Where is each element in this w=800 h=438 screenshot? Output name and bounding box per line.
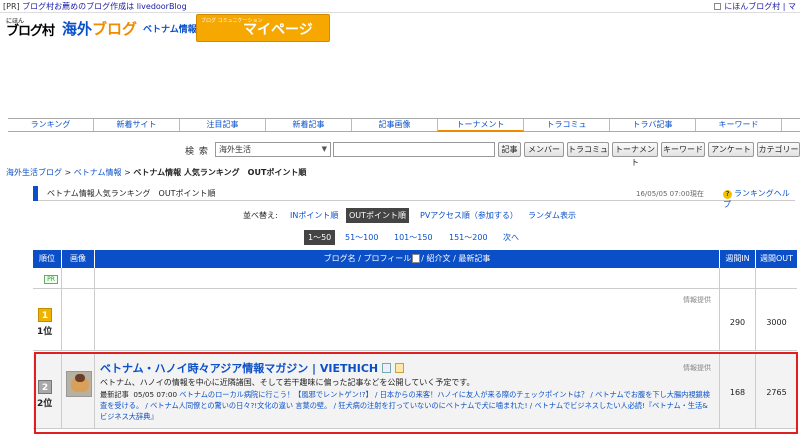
nav-keyword[interactable]: キーワード	[696, 119, 782, 131]
info-provide-link[interactable]: 情報提供	[683, 295, 711, 305]
search-survey-button[interactable]: アンケート	[708, 142, 754, 157]
week-out-cell: 3000	[756, 289, 797, 350]
page-101-150[interactable]: 101〜150	[394, 232, 433, 243]
category-select[interactable]: 海外生活 ▼	[215, 142, 331, 157]
kaigai-blog-logo[interactable]: 海外ブログ	[62, 18, 137, 39]
week-out-value: 3000	[766, 318, 787, 327]
nav-featured[interactable]: 注目記事	[180, 119, 266, 131]
header-blog: ブログ名 / プロフィール / 紹介文 / 最新記事	[95, 250, 720, 268]
nav-trackback[interactable]: トラバ記事	[610, 119, 696, 131]
sort-options: 並べ替え: INポイント順 OUTポイント順 PVアクセス順（参加する） ランダ…	[0, 208, 800, 223]
sort-random[interactable]: ランダム表示	[528, 210, 576, 221]
search-tournament-button[interactable]: トーナメント	[612, 142, 658, 167]
page-next[interactable]: 次へ	[503, 232, 519, 243]
header-rank: 順位	[33, 250, 62, 268]
breadcrumb: 海外生活ブログ > ベトナム情報 > ベトナム情報 人気ランキング OUTポイン…	[6, 168, 307, 177]
nav-article-images[interactable]: 記事画像	[352, 119, 438, 131]
ranking-table-header: 順位 画像 ブログ名 / プロフィール / 紹介文 / 最新記事 週間IN 週間O…	[33, 250, 797, 268]
sort-out-points[interactable]: OUTポイント順	[346, 208, 410, 223]
header-image: 画像	[62, 250, 95, 268]
image-cell	[62, 289, 95, 350]
search-articles-button[interactable]: 記事	[498, 142, 521, 157]
search-tracomu-button[interactable]: トラコミュ	[567, 142, 609, 157]
nav-tracomu[interactable]: トラコミュ	[524, 119, 610, 131]
pr-link[interactable]: ブログ村お薦めのブログ作成は livedoorBlog	[22, 2, 186, 11]
profile-doc-icon	[412, 254, 421, 263]
section-header: ベトナム情報人気ランキング OUTポイント順 16/05/05 07:00現在 …	[33, 186, 795, 209]
breadcrumb-overseas[interactable]: 海外生活ブログ	[6, 168, 62, 177]
breadcrumb-current: ベトナム情報 人気ランキング OUTポイント順	[133, 168, 307, 177]
section-title: ベトナム情報人気ランキング OUTポイント順	[47, 189, 216, 198]
nav-tournament[interactable]: トーナメント	[438, 119, 524, 132]
page-1-50[interactable]: 1〜50	[304, 230, 336, 245]
help-icon: ?	[723, 190, 732, 199]
pr-badge: PR	[44, 275, 58, 284]
top-pr-bar: [PR] ブログ村お薦めのブログ作成は livedoorBlog にほんブログ村…	[0, 0, 800, 13]
header-week-out: 週間OUT	[759, 254, 794, 263]
pr-text: [PR] ブログ村お薦めのブログ作成は livedoorBlog	[3, 2, 187, 11]
search-label: 検 索	[185, 147, 209, 157]
nav-new-sites[interactable]: 新着サイト	[94, 119, 180, 131]
page-151-200[interactable]: 151〜200	[449, 232, 488, 243]
updated-date: 16/05/05 07:00現在	[636, 190, 704, 198]
sort-label: 並べ替え:	[243, 211, 278, 220]
search-members-button[interactable]: メンバー	[524, 142, 564, 157]
search-keyword-button[interactable]: キーワード	[661, 142, 705, 157]
highlight-box	[34, 352, 798, 434]
section-accent-bar	[33, 186, 38, 201]
pr-cell: PR	[33, 268, 62, 288]
table-row-pr: PR	[33, 268, 797, 289]
rank-cell: 1 1位	[33, 289, 62, 350]
nav-ranking[interactable]: ランキング	[8, 119, 94, 131]
nav-new-articles[interactable]: 新着記事	[266, 119, 352, 131]
blogmura-top-link[interactable]: にほんブログ村 | マ	[714, 1, 796, 12]
ranking-help-link[interactable]: ? ランキングヘルプ	[723, 188, 795, 210]
rank-label: 1位	[37, 327, 53, 337]
home-icon	[714, 3, 722, 10]
week-in-value: 290	[729, 318, 746, 327]
sort-pv-access[interactable]: PVアクセス順（参加する）	[420, 210, 518, 221]
rank-medal-icon: 1	[38, 308, 52, 322]
sort-in-points[interactable]: INポイント順	[290, 210, 338, 221]
blog-cell: 情報提供	[95, 289, 720, 350]
mypage-button[interactable]: ブログ コミュニケーション マイページ	[196, 14, 330, 42]
pagination: 1〜50 51〜100 101〜150 151〜200 次へ	[0, 230, 800, 245]
search-bar: 検 索 海外生活 ▼ 記事 メンバー トラコミュ トーナメント キーワード アンケ…	[0, 141, 800, 167]
header-week-in: 週間IN	[720, 250, 756, 268]
page-51-100[interactable]: 51〜100	[345, 232, 378, 243]
main-nav: ランキング 新着サイト 注目記事 新着記事 記事画像 トーナメント トラコミュ …	[8, 118, 800, 132]
week-in-cell: 290	[720, 289, 756, 350]
breadcrumb-vietnam[interactable]: ベトナム情報	[74, 168, 122, 177]
table-row: 1 1位 情報提供 290 3000	[33, 289, 797, 351]
blogmura-logo[interactable]: にほん ブログ村	[6, 18, 55, 39]
search-input[interactable]	[333, 142, 495, 157]
chevron-down-icon: ▼	[321, 145, 327, 153]
vietnam-category-logo[interactable]: ベトナム情報	[143, 22, 197, 35]
search-category-button[interactable]: カテゴリー	[757, 142, 800, 157]
